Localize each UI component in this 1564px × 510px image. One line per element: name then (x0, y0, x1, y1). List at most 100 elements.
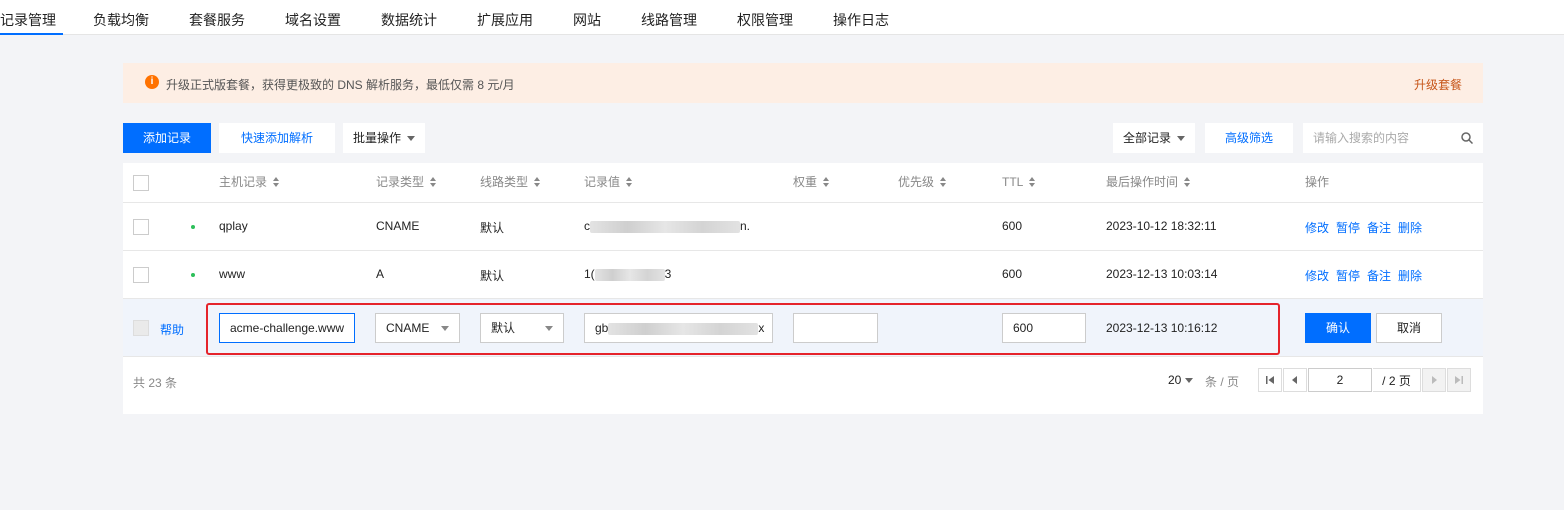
tab-line-management[interactable]: 线路管理 (641, 0, 697, 35)
row-checkbox (133, 320, 149, 336)
column-line[interactable]: 线路类型 (480, 163, 541, 203)
record-filter-dropdown[interactable]: 全部记录 (1113, 123, 1195, 153)
type-cell: A (376, 267, 385, 281)
sort-icon (823, 176, 830, 187)
sort-icon (1184, 176, 1191, 187)
status-dot (191, 273, 195, 277)
pause-link[interactable]: 暂停 (1336, 221, 1360, 235)
quick-add-button[interactable]: 快速添加解析 (219, 123, 335, 153)
sort-icon (430, 176, 437, 187)
edit-link[interactable]: 修改 (1305, 269, 1329, 283)
column-value[interactable]: 记录值 (584, 163, 633, 203)
line-cell: 默认 (480, 221, 505, 235)
line-type-value: 默认 (491, 321, 516, 335)
page-input[interactable] (1308, 368, 1372, 392)
total-count: 共 23 条 (133, 376, 178, 390)
first-page-button[interactable] (1258, 368, 1282, 392)
tab-extensions[interactable]: 扩展应用 (477, 0, 533, 35)
host-cell: www (219, 267, 245, 281)
remark-link[interactable]: 备注 (1367, 221, 1391, 235)
pause-link[interactable]: 暂停 (1336, 269, 1360, 283)
add-record-button[interactable]: 添加记录 (123, 123, 211, 153)
value-prefix: 1( (584, 267, 595, 281)
value-suffix: x (758, 321, 765, 335)
chevron-down-icon (1177, 136, 1185, 142)
info-icon: i (145, 75, 159, 89)
value-cell: c n. (584, 219, 750, 233)
search-icon[interactable] (1461, 132, 1473, 144)
host-record-input[interactable] (219, 313, 355, 343)
prev-page-button[interactable] (1283, 368, 1307, 392)
tab-operation-log[interactable]: 操作日志 (833, 0, 889, 35)
record-type-select[interactable]: CNAME (375, 313, 460, 343)
tab-permission-management[interactable]: 权限管理 (737, 0, 793, 35)
batch-operation-dropdown[interactable]: 批量操作 (343, 123, 425, 153)
edit-link[interactable]: 修改 (1305, 221, 1329, 235)
next-page-button[interactable] (1422, 368, 1446, 392)
column-type[interactable]: 记录类型 (376, 163, 437, 203)
value-suffix: 3 (664, 267, 672, 281)
ttl-cell: 600 (1002, 219, 1023, 233)
page-size-select[interactable]: 20 (1168, 373, 1194, 387)
time-cell: 2023-12-13 10:16:12 (1106, 321, 1218, 335)
last-page-icon (1455, 376, 1463, 384)
delete-link[interactable]: 删除 (1398, 269, 1422, 283)
chevron-down-icon (1185, 378, 1194, 384)
tab-data-statistics[interactable]: 数据统计 (381, 0, 437, 35)
table-footer: 共 23 条 20 条 / 页 / 2 页 (123, 356, 1483, 414)
chevron-down-icon (545, 326, 553, 331)
page-size-unit: 条 / 页 (1205, 375, 1240, 389)
search-input[interactable] (1303, 123, 1453, 153)
status-dot (191, 225, 195, 229)
weight-input[interactable] (793, 313, 878, 343)
ttl-input[interactable] (1002, 313, 1086, 343)
select-all-checkbox[interactable] (133, 175, 149, 191)
edit-row: 帮助 CNAME 默认 gb x 2023-12-13 10:16:12 确认 取… (123, 298, 1483, 356)
column-last-modified[interactable]: 最后操作时间 (1106, 163, 1191, 203)
row-actions: 修改 暂停 备注 删除 (1305, 267, 1429, 284)
line-type-select[interactable]: 默认 (480, 313, 564, 343)
row-checkbox[interactable] (133, 219, 149, 235)
column-host[interactable]: 主机记录 (219, 163, 280, 203)
column-ttl[interactable]: TTL (1002, 163, 1036, 203)
column-weight-label: 权重 (793, 175, 818, 189)
row-checkbox[interactable] (133, 267, 149, 283)
tab-load-balance[interactable]: 负载均衡 (93, 0, 149, 35)
notice-text: 升级正式版套餐，获得更极致的 DNS 解析服务，最低仅需 8 元/月 (166, 78, 515, 92)
row-actions: 修改 暂停 备注 删除 (1305, 219, 1429, 236)
tab-website[interactable]: 网站 (573, 0, 601, 35)
batch-operation-label: 批量操作 (352, 131, 401, 145)
help-link[interactable]: 帮助 (160, 321, 184, 338)
advanced-filter-button[interactable]: 高级筛选 (1205, 123, 1293, 153)
next-page-icon (1432, 376, 1437, 384)
column-priority-label: 优先级 (898, 175, 935, 189)
confirm-button[interactable]: 确认 (1305, 313, 1371, 343)
upgrade-package-link[interactable]: 升级套餐 (1414, 76, 1462, 93)
column-host-label: 主机记录 (219, 175, 268, 189)
last-page-button[interactable] (1447, 368, 1471, 392)
top-tab-bar: 记录管理 负载均衡 套餐服务 域名设置 数据统计 扩展应用 网站 线路管理 权限… (0, 0, 1564, 35)
chevron-down-icon (441, 326, 449, 331)
column-line-label: 线路类型 (480, 175, 529, 189)
column-value-label: 记录值 (584, 175, 621, 189)
tab-package-service[interactable]: 套餐服务 (189, 0, 245, 35)
host-cell: qplay (219, 219, 248, 233)
redacted-value (594, 268, 665, 281)
column-actions: 操作 (1305, 175, 1330, 189)
search-box (1303, 123, 1483, 153)
record-value-input[interactable]: gb x (584, 313, 773, 343)
tab-record-management[interactable]: 记录管理 (0, 0, 63, 35)
column-priority[interactable]: 优先级 (898, 163, 947, 203)
tab-domain-settings[interactable]: 域名设置 (285, 0, 341, 35)
cancel-button[interactable]: 取消 (1376, 313, 1442, 343)
remark-link[interactable]: 备注 (1367, 269, 1391, 283)
column-weight[interactable]: 权重 (793, 163, 830, 203)
time-cell: 2023-12-13 10:03:14 (1106, 267, 1218, 281)
type-cell: CNAME (376, 219, 420, 233)
value-cell: 1( 3 (584, 267, 671, 281)
table-row: www A 默认 1(3 600 2023-12-13 10:03:14 修改暂… (123, 250, 1483, 298)
delete-link[interactable]: 删除 (1398, 221, 1422, 235)
chevron-down-icon (407, 136, 415, 142)
column-last-modified-label: 最后操作时间 (1106, 175, 1179, 189)
sort-icon (273, 176, 280, 187)
